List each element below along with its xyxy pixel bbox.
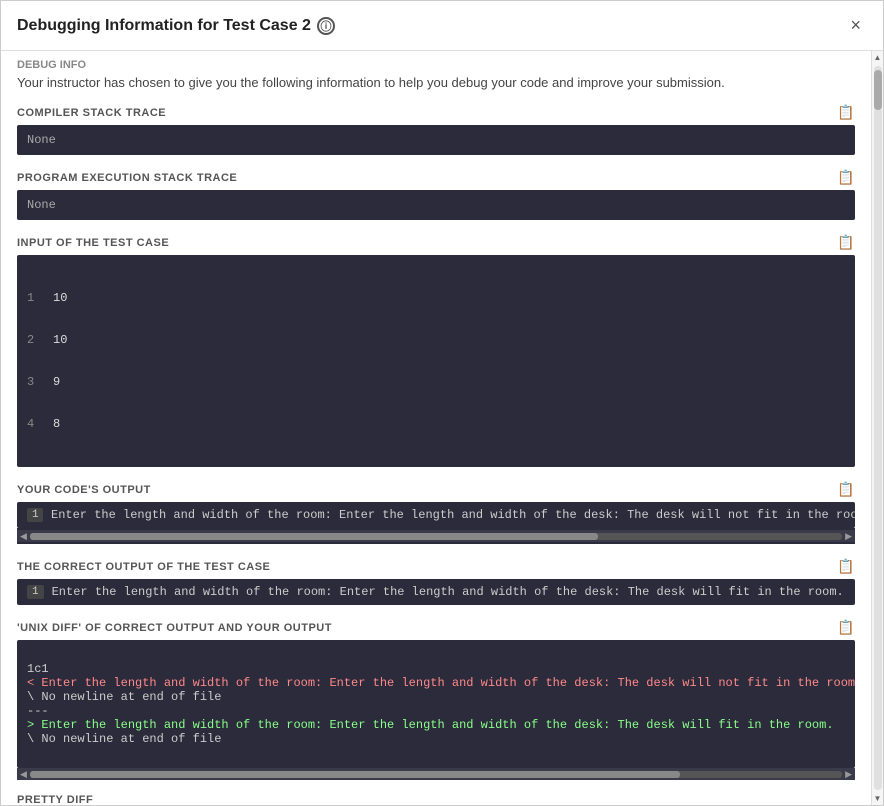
program-execution-value: None [17, 190, 855, 220]
input-line-2: 210 [27, 333, 845, 347]
your-output-text: Enter the length and width of the room: … [51, 508, 855, 522]
pretty-diff-section: PRETTY DIFF This diff is colored to make… [17, 794, 855, 805]
program-execution-copy-icon[interactable]: 📋 [837, 169, 855, 186]
your-output-block: 1 Enter the length and width of the room… [17, 502, 855, 528]
diff-line-4: --- [27, 704, 49, 718]
scroll-thumb [874, 70, 882, 110]
your-output-section: YOUR CODE'S OUTPUT 📋 1 Enter the length … [17, 481, 855, 544]
diff-line-3: \ No newline at end of file [27, 690, 221, 704]
scroll-track [874, 66, 882, 790]
program-execution-label: PROGRAM EXECUTION STACK TRACE 📋 [17, 169, 855, 186]
scroll-down-arrow[interactable]: ▼ [874, 792, 882, 805]
your-output-scroll[interactable]: 1 Enter the length and width of the room… [17, 502, 855, 544]
output-scroll-right[interactable]: ▶ [842, 531, 855, 542]
output-scroll-left[interactable]: ◀ [17, 531, 30, 542]
input-test-case-copy-icon[interactable]: 📋 [837, 234, 855, 251]
input-line-4: 48 [27, 417, 845, 431]
your-output-label: YOUR CODE'S OUTPUT 📋 [17, 481, 855, 498]
compiler-stack-trace-section: COMPILER STACK TRACE 📋 None [17, 104, 855, 155]
modal-title: Debugging Information for Test Case 2 ⓘ [17, 17, 335, 35]
diff-scroll-left[interactable]: ◀ [17, 769, 30, 780]
input-test-case-block: 110 210 39 48 [17, 255, 855, 467]
correct-output-section: THE CORRECT OUTPUT OF THE TEST CASE 📋 1 … [17, 558, 855, 605]
input-test-case-section: INPUT OF THE TEST CASE 📋 110 210 39 48 [17, 234, 855, 467]
modal-header: Debugging Information for Test Case 2 ⓘ … [1, 1, 883, 51]
correct-output-line-badge: 1 [27, 585, 44, 599]
intro-text: Your instructor has chosen to give you t… [17, 75, 855, 90]
modal-body: DEBUG INFO Your instructor has chosen to… [1, 51, 871, 805]
compiler-copy-icon[interactable]: 📋 [837, 104, 855, 121]
your-output-line: 1 Enter the length and width of the room… [27, 508, 845, 522]
diff-scroll-right[interactable]: ▶ [842, 769, 855, 780]
diff-line-5: > Enter the length and width of the room… [27, 718, 834, 732]
unix-diff-block: 1c1 < Enter the length and width of the … [17, 640, 855, 768]
input-test-case-label: INPUT OF THE TEST CASE 📋 [17, 234, 855, 251]
pretty-diff-label: PRETTY DIFF [17, 794, 855, 805]
correct-output-line: 1 Enter the length and width of the room… [27, 585, 845, 599]
correct-output-copy-icon[interactable]: 📋 [837, 558, 855, 575]
info-icon[interactable]: ⓘ [317, 17, 335, 35]
unix-diff-copy-icon[interactable]: 📋 [837, 619, 855, 636]
diff-line-6: \ No newline at end of file [27, 732, 221, 746]
correct-output-text: Enter the length and width of the room: … [52, 585, 844, 599]
compiler-stack-trace-value: None [17, 125, 855, 155]
your-output-copy-icon[interactable]: 📋 [837, 481, 855, 498]
input-line-1: 110 [27, 291, 845, 305]
unix-diff-label: 'UNIX DIFF' OF CORRECT OUTPUT AND YOUR O… [17, 619, 855, 636]
your-output-line-badge: 1 [27, 508, 43, 522]
correct-output-label: THE CORRECT OUTPUT OF THE TEST CASE 📋 [17, 558, 855, 575]
program-execution-section: PROGRAM EXECUTION STACK TRACE 📋 None [17, 169, 855, 220]
debug-info-label: DEBUG INFO [17, 51, 855, 75]
input-line-3: 39 [27, 375, 845, 389]
diff-line-2: < Enter the length and width of the room… [27, 676, 855, 690]
unix-diff-section: 'UNIX DIFF' OF CORRECT OUTPUT AND YOUR O… [17, 619, 855, 780]
compiler-stack-trace-label: COMPILER STACK TRACE 📋 [17, 104, 855, 121]
right-scrollbar[interactable]: ▲ ▼ [871, 51, 883, 805]
correct-output-block: 1 Enter the length and width of the room… [17, 579, 855, 605]
modal-content: DEBUG INFO Your instructor has chosen to… [1, 51, 871, 805]
scroll-up-arrow[interactable]: ▲ [874, 51, 882, 64]
modal: Debugging Information for Test Case 2 ⓘ … [0, 0, 884, 806]
diff-line-1: 1c1 [27, 662, 49, 676]
title-text: Debugging Information for Test Case 2 [17, 17, 311, 35]
close-button[interactable]: × [844, 13, 867, 38]
